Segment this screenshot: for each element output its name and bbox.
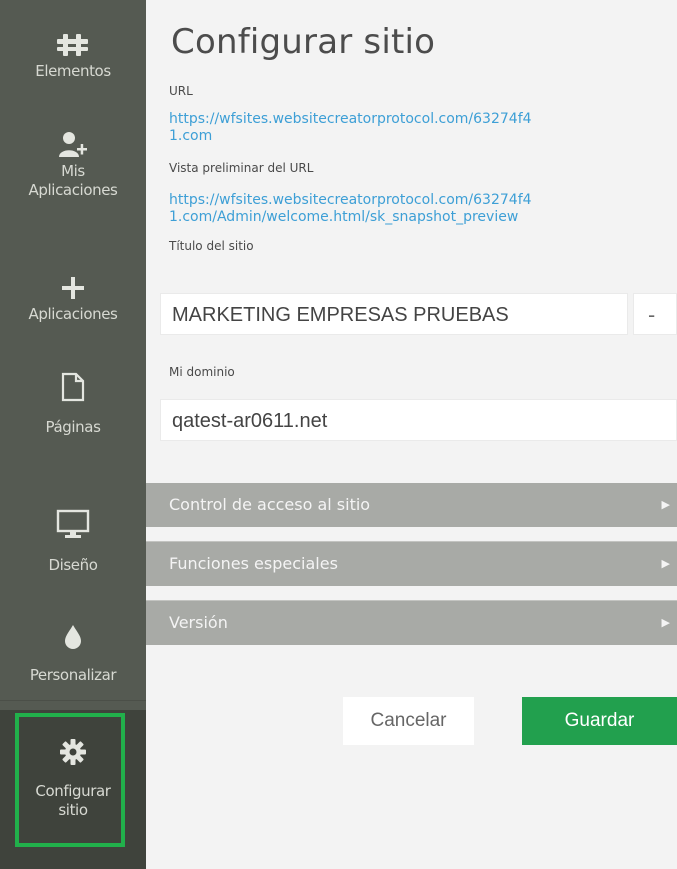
sidebar-item-elementos[interactable]: Elementos (0, 28, 146, 81)
accordion-site-access-control[interactable]: Control de acceso al sitio ▶ (146, 483, 677, 527)
domain-label: Mi dominio (169, 365, 235, 379)
site-title-label: Título del sitio (169, 239, 254, 253)
preview-url-link-continued[interactable]: 1.com/Admin/welcome.html/sk_snapshot_pre… (169, 209, 677, 226)
accordion-special-functions[interactable]: Funciones especiales ▶ (146, 542, 677, 586)
sidebar-item-label: Mis Aplicaciones (28, 162, 118, 199)
site-settings-panel: Configurar sitio URL https://wfsites.web… (146, 0, 677, 869)
caret-right-icon: ▶ (661, 498, 670, 511)
sidebar-item-aplicaciones[interactable]: Aplicaciones (0, 271, 146, 324)
accordion-version[interactable]: Versión ▶ (146, 601, 677, 645)
sidebar-item-label: Configurar sitio (35, 782, 111, 819)
site-title-input[interactable]: MARKETING EMPRESAS PRUEBAS (160, 293, 628, 335)
accordion-label: Versión (169, 613, 228, 632)
drop-icon (63, 606, 83, 666)
plus-icon (60, 271, 86, 305)
preview-url-label: Vista preliminar del URL (169, 161, 314, 175)
accordion-label: Control de acceso al sitio (169, 495, 371, 514)
save-button[interactable]: Guardar (522, 697, 677, 745)
gear-icon (59, 724, 87, 780)
sidebar-item-label: Elementos (35, 62, 111, 80)
caret-right-icon: ▶ (661, 557, 670, 570)
sidebar-item-label: Aplicaciones (28, 305, 118, 323)
sidebar-item-personalizar[interactable]: Personalizar (0, 606, 146, 685)
title-dash-field[interactable]: - (633, 293, 677, 335)
sidebar-item-mis-aplicaciones[interactable]: Mis Aplicaciones (0, 128, 146, 200)
sidebar-item-paginas[interactable]: Páginas (0, 362, 146, 437)
site-url-link[interactable]: https://wfsites.websitecreatorprotocol.c… (169, 111, 677, 128)
sidebar: Elementos Mis Aplicaciones Aplicaciones … (0, 0, 146, 869)
user-add-icon (56, 128, 90, 162)
page-title: Configurar sitio (171, 22, 436, 62)
sidebar-item-diseno[interactable]: Diseño (0, 500, 146, 575)
accordion-label: Funciones especiales (169, 554, 338, 573)
preview-url-link[interactable]: https://wfsites.websitecreatorprotocol.c… (169, 192, 677, 209)
monitor-icon (56, 500, 90, 548)
domain-input[interactable]: qatest-ar0611.net (160, 399, 677, 441)
cancel-button[interactable]: Cancelar (343, 697, 474, 745)
sidebar-item-label: Personalizar (29, 666, 117, 684)
url-label: URL (169, 84, 193, 98)
sidebar-item-label: Páginas (45, 418, 101, 436)
blocks-icon (56, 28, 90, 62)
sidebar-divider (0, 700, 146, 701)
caret-right-icon: ▶ (661, 616, 670, 629)
page-icon (61, 362, 85, 412)
site-url-link-continued[interactable]: 1.com (169, 128, 677, 145)
sidebar-item-configurar-sitio[interactable]: Configurar sitio (0, 710, 146, 869)
sidebar-item-label: Diseño (48, 556, 98, 574)
